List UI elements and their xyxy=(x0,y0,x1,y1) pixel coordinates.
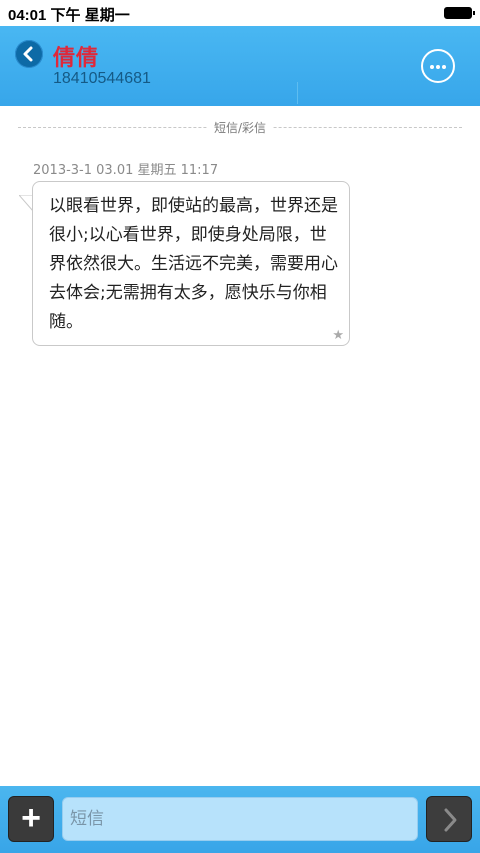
contact-number: 18410544681 xyxy=(53,70,151,87)
status-bar: 04:01 下午 星期一 xyxy=(0,0,480,26)
add-button[interactable]: + xyxy=(8,796,54,842)
message-timestamp: 2013-3-1 03.01 星期五 11:17 xyxy=(33,163,219,178)
back-button[interactable] xyxy=(15,40,43,68)
compose-bar: + xyxy=(0,786,480,853)
separator-label: 短信/彩信 xyxy=(207,119,273,136)
add-icon: + xyxy=(21,799,41,837)
more-button[interactable] xyxy=(421,49,455,83)
star-icon[interactable]: ★ xyxy=(332,328,344,343)
send-button[interactable] xyxy=(426,796,472,842)
send-arrow-icon xyxy=(444,808,457,832)
contact-name[interactable]: 倩倩 xyxy=(53,40,99,72)
message-type-separator: 短信/彩信 xyxy=(18,119,462,136)
message-bubble[interactable]: 以眼看世界，即使站的最高，世界还是很小;以心看世界，即使身处局限，世界依然很大。… xyxy=(32,181,350,346)
battery-icon xyxy=(444,7,475,19)
header-divider xyxy=(297,82,298,104)
conversation-header: 倩倩 18410544681 xyxy=(0,26,480,106)
message-text: 以眼看世界，即使站的最高，世界还是很小;以心看世界，即使身处局限，世界依然很大。… xyxy=(49,196,338,332)
sms-input[interactable] xyxy=(62,797,418,841)
status-time: 04:01 下午 星期一 xyxy=(8,7,130,24)
back-icon xyxy=(23,46,33,62)
